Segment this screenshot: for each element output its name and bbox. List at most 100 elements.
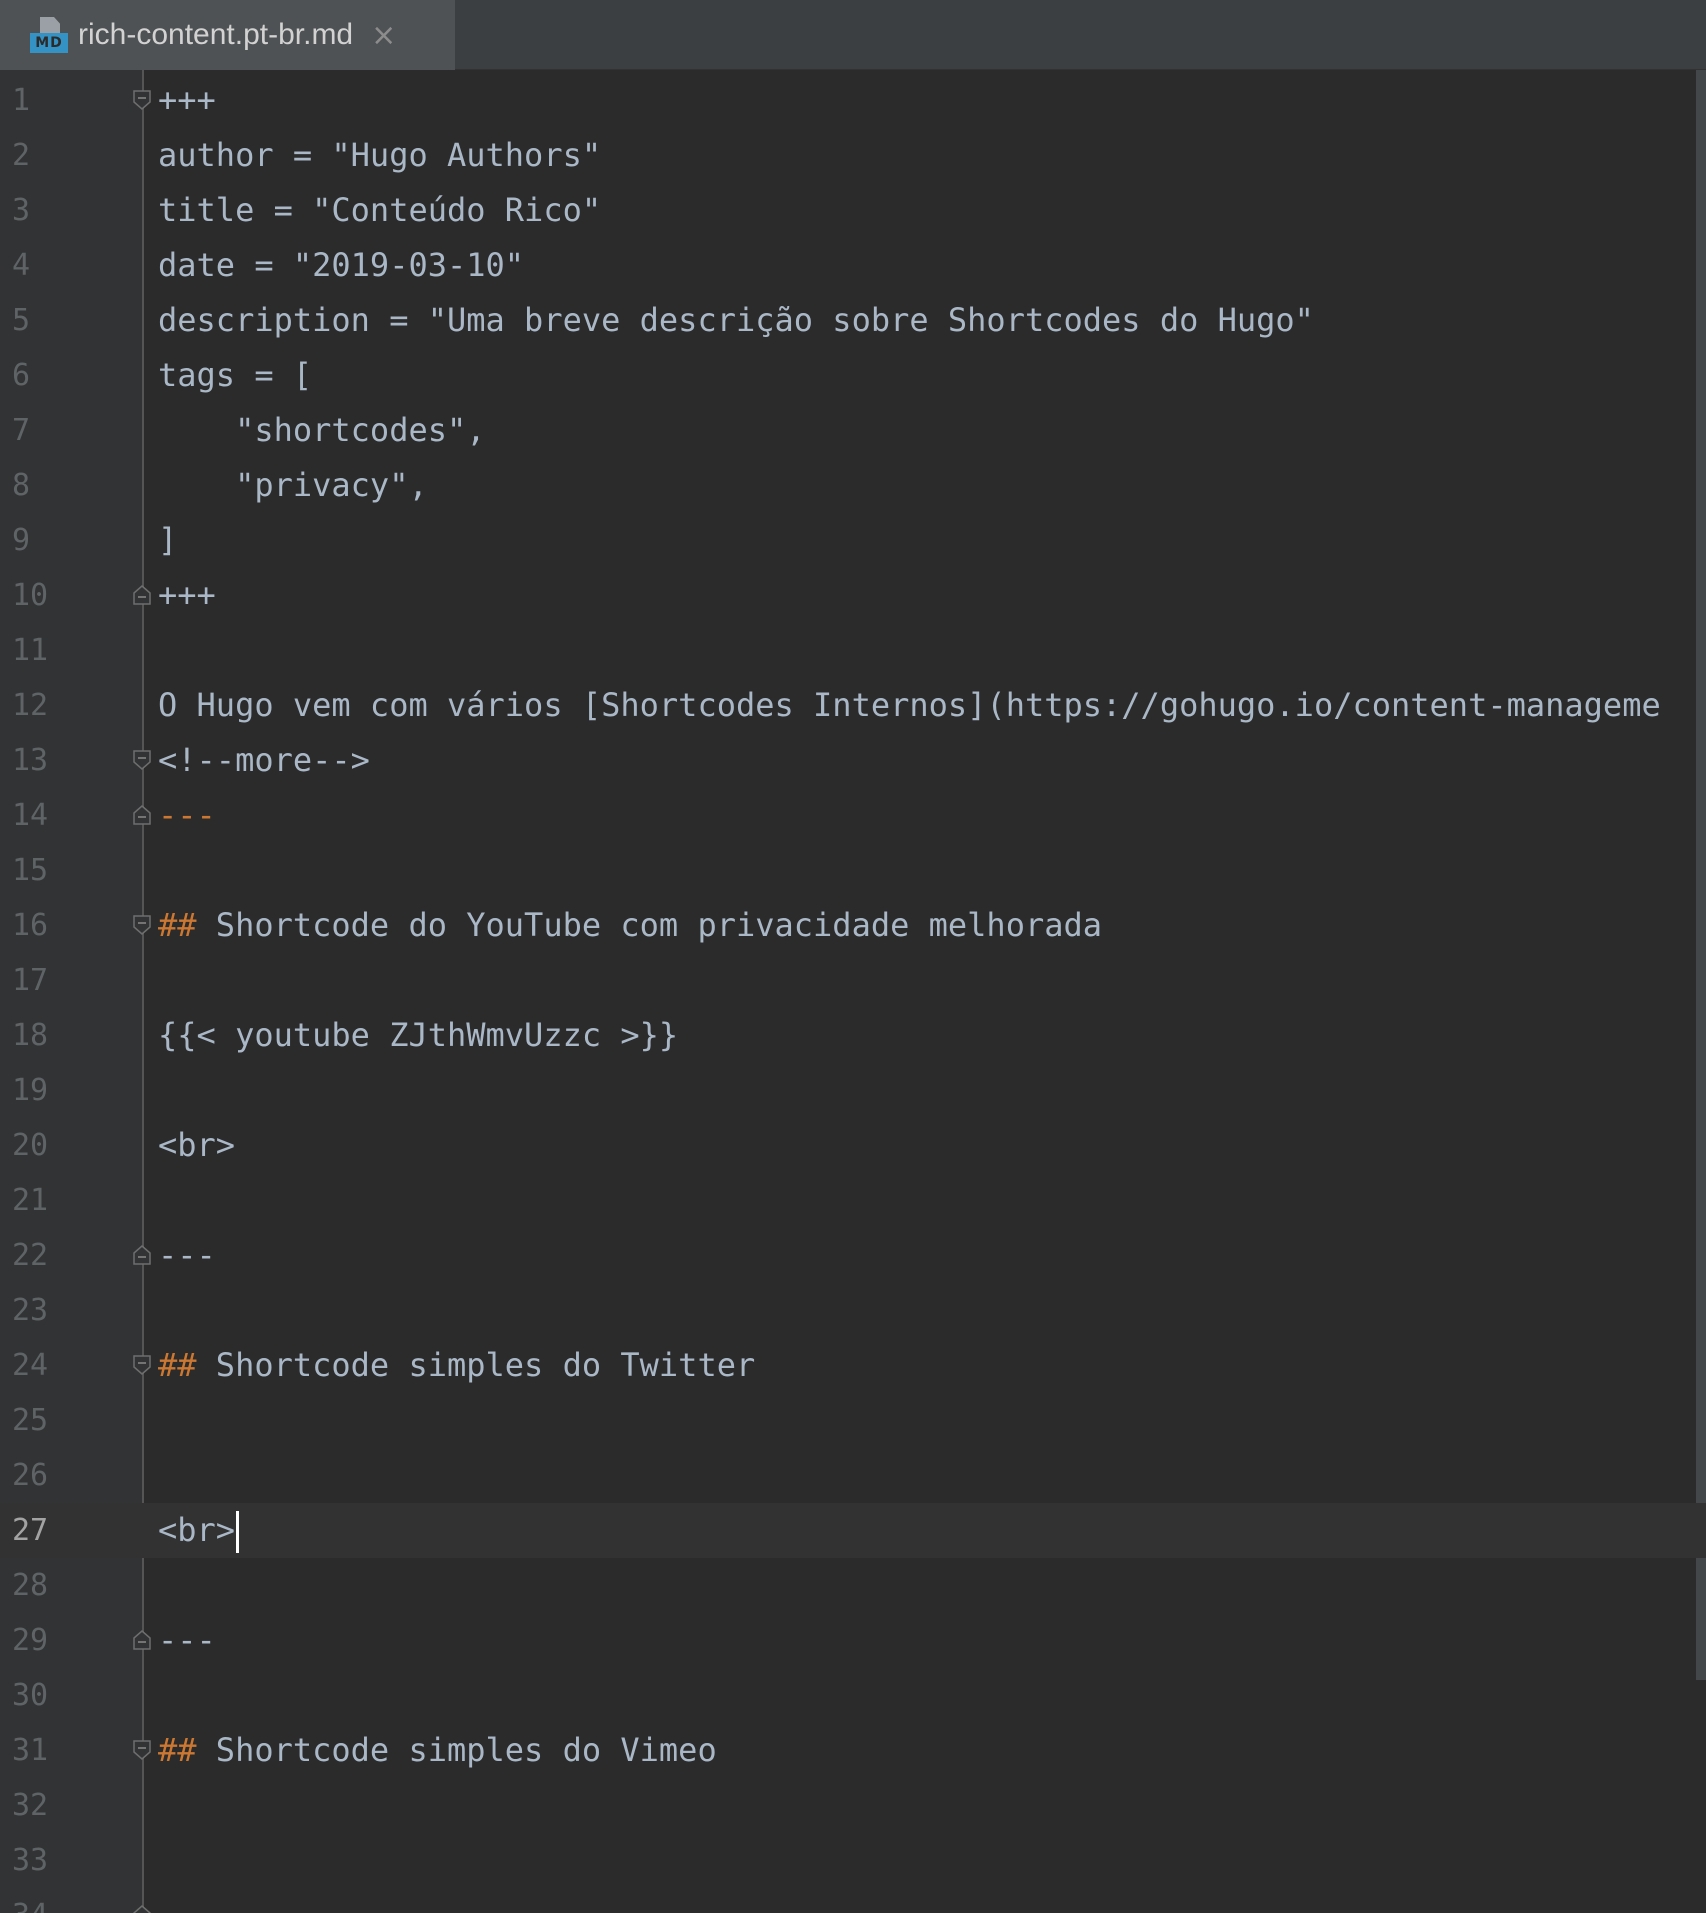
code-line[interactable]: 10 +++ <box>0 568 1706 623</box>
line-number[interactable]: 10 <box>12 568 48 623</box>
line-number[interactable]: 16 <box>12 898 48 953</box>
code-line[interactable]: 22 --- <box>0 1228 1706 1283</box>
code-line[interactable]: 7 "shortcodes", <box>0 403 1706 458</box>
code-line[interactable]: 30 <box>0 1668 1706 1723</box>
line-number[interactable]: 21 <box>12 1173 48 1228</box>
line-number[interactable]: 8 <box>12 458 30 513</box>
fold-collapse-icon[interactable] <box>132 1739 152 1761</box>
code-text: --- <box>158 1236 216 1274</box>
code-line[interactable]: 27 <br> <box>0 1503 1706 1558</box>
line-number[interactable]: 19 <box>12 1063 48 1118</box>
fold-collapse-icon[interactable] <box>132 89 152 111</box>
code-line[interactable]: 8 "privacy", <box>0 458 1706 513</box>
code-line[interactable]: 28 <box>0 1558 1706 1613</box>
line-number[interactable]: 6 <box>12 348 30 403</box>
code-line[interactable]: 11 <box>0 623 1706 678</box>
code-line[interactable]: 31 ## Shortcode simples do Vimeo <box>0 1723 1706 1778</box>
fold-collapse-icon[interactable] <box>132 749 152 771</box>
line-number[interactable]: 5 <box>12 293 30 348</box>
line-number[interactable]: 11 <box>12 623 48 678</box>
code-line[interactable]: 12 O Hugo vem com vários [Shortcodes Inte… <box>0 678 1706 733</box>
fold-collapse-icon[interactable] <box>132 1354 152 1376</box>
fold-collapse-icon[interactable] <box>132 914 152 936</box>
code-line[interactable]: 29 --- <box>0 1613 1706 1668</box>
fold-end-icon[interactable] <box>132 1244 152 1266</box>
code-text: Shortcode do YouTube com privacidade mel… <box>196 906 1103 944</box>
line-number[interactable]: 12 <box>12 678 48 733</box>
line-number[interactable]: 26 <box>12 1448 48 1503</box>
code-text: <!--more--> <box>158 741 370 779</box>
line-text: date = "2019-03-10" <box>158 238 524 293</box>
code-line[interactable]: 19 <box>0 1063 1706 1118</box>
code-line[interactable]: 6 tags = [ <box>0 348 1706 403</box>
line-text: --- <box>158 788 216 843</box>
line-text: ] <box>158 513 177 568</box>
line-number[interactable]: 33 <box>12 1833 48 1888</box>
fold-end-icon[interactable] <box>132 1629 152 1651</box>
line-number[interactable]: 24 <box>12 1338 48 1393</box>
line-text: {{< youtube ZJthWmvUzzc >}} <box>158 1008 678 1063</box>
code-line[interactable]: 33 <box>0 1833 1706 1888</box>
line-number[interactable]: 23 <box>12 1283 48 1338</box>
code-line[interactable]: 3 title = "Conteúdo Rico" <box>0 183 1706 238</box>
code-line[interactable]: 4 date = "2019-03-10" <box>0 238 1706 293</box>
code-line[interactable]: 5 description = "Uma breve descrição sobr… <box>0 293 1706 348</box>
line-number[interactable]: 31 <box>12 1723 48 1778</box>
line-number[interactable]: 22 <box>12 1228 48 1283</box>
code-line[interactable]: 17 <box>0 953 1706 1008</box>
line-number[interactable]: 2 <box>12 128 30 183</box>
line-number[interactable]: 3 <box>12 183 30 238</box>
line-number[interactable]: 1 <box>12 73 30 128</box>
line-number[interactable]: 18 <box>12 1008 48 1063</box>
line-number[interactable]: 9 <box>12 513 30 568</box>
code-line[interactable]: 20 <br> <box>0 1118 1706 1173</box>
line-number[interactable]: 29 <box>12 1613 48 1668</box>
code-line[interactable]: 34 <box>0 1888 1706 1913</box>
fold-end-icon[interactable] <box>132 1904 152 1913</box>
code-text: date = "2019-03-10" <box>158 246 525 284</box>
line-number[interactable]: 28 <box>12 1558 48 1613</box>
code-text: "shortcodes", <box>158 411 486 449</box>
code-line[interactable]: 2 author = "Hugo Authors" <box>0 128 1706 183</box>
line-text: "shortcodes", <box>158 403 486 458</box>
line-number[interactable]: 27 <box>12 1503 48 1558</box>
tab-rich-content[interactable]: MD rich-content.pt-br.md × <box>0 0 455 70</box>
code-line[interactable]: 21 <box>0 1173 1706 1228</box>
code-line[interactable]: 16 ## Shortcode do YouTube com privacidad… <box>0 898 1706 953</box>
line-number[interactable]: 15 <box>12 843 48 898</box>
code-line[interactable]: 13 <!--more--> <box>0 733 1706 788</box>
line-text: tags = [ <box>158 348 312 403</box>
line-number[interactable]: 25 <box>12 1393 48 1448</box>
code-line[interactable]: 24 ## Shortcode simples do Twitter <box>0 1338 1706 1393</box>
code-line[interactable]: 25 <box>0 1393 1706 1448</box>
code-line[interactable]: 14 --- <box>0 788 1706 843</box>
line-text: O Hugo vem com vários [Shortcodes Intern… <box>158 678 1661 733</box>
code-text: <br> <box>158 1126 236 1164</box>
line-number[interactable]: 4 <box>12 238 30 293</box>
code-line[interactable]: 32 <box>0 1778 1706 1833</box>
line-number[interactable]: 32 <box>12 1778 48 1833</box>
line-text: <!--more--> <box>158 733 370 788</box>
line-number[interactable]: 14 <box>12 788 48 843</box>
fold-end-icon[interactable] <box>132 804 152 826</box>
line-number[interactable]: 17 <box>12 953 48 1008</box>
code-line[interactable]: 9] <box>0 513 1706 568</box>
line-number[interactable]: 20 <box>12 1118 48 1173</box>
close-icon[interactable]: × <box>371 18 396 53</box>
line-number[interactable]: 30 <box>12 1668 48 1723</box>
code-text: description = "Uma breve descrição sobre… <box>158 301 1314 339</box>
line-number[interactable]: 7 <box>12 403 30 458</box>
code-editor[interactable]: 1 +++ 2 author = "Hugo Authors" 3 title = "Co… <box>0 70 1706 1913</box>
code-line[interactable]: 1 +++ <box>0 73 1706 128</box>
line-text: +++ <box>158 568 216 623</box>
code-line[interactable]: 15 <box>0 843 1706 898</box>
code-line[interactable]: 23 <box>0 1283 1706 1338</box>
line-number[interactable]: 34 <box>12 1888 48 1913</box>
code-line[interactable]: 26 <box>0 1448 1706 1503</box>
fold-end-icon[interactable] <box>132 584 152 606</box>
line-text: "privacy", <box>158 458 428 513</box>
editor-tab-bar: MD rich-content.pt-br.md × <box>0 0 1706 70</box>
line-number[interactable]: 13 <box>12 733 48 788</box>
code-text: +++ <box>158 576 216 614</box>
code-line[interactable]: 18 {{< youtube ZJthWmvUzzc >}} <box>0 1008 1706 1063</box>
